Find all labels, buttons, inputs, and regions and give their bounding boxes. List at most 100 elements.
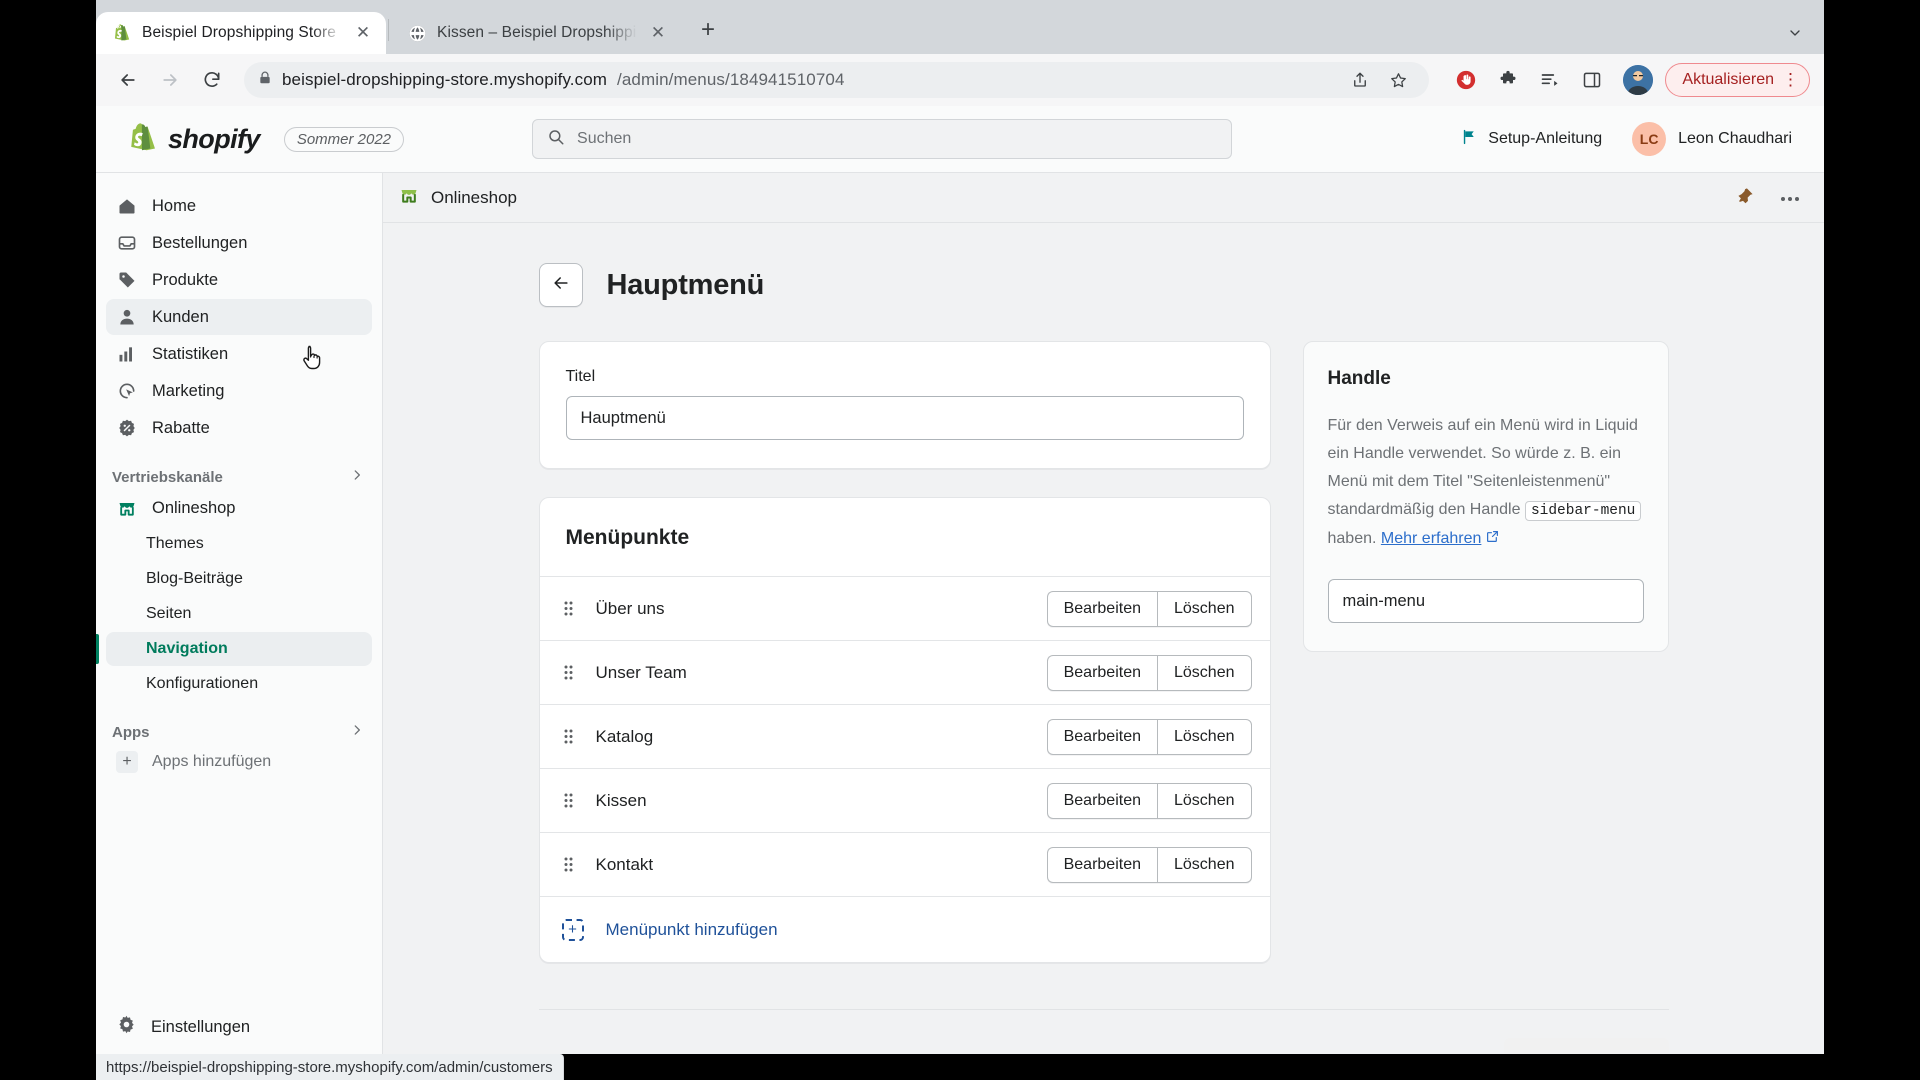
chevron-right-icon[interactable]	[350, 468, 364, 486]
browser-window: Beispiel Dropshipping Store · H ✕ Kissen…	[0, 0, 1920, 1080]
shopify-logo[interactable]: shopify	[128, 122, 260, 156]
chevron-right-icon[interactable]	[350, 723, 364, 741]
sidebar-section-label: Apps	[112, 723, 150, 741]
edit-button[interactable]: Bearbeiten	[1046, 846, 1157, 883]
sidebar-item-produkte[interactable]: Produkte	[106, 262, 372, 298]
sidebar-item-label: Home	[152, 196, 197, 215]
table-row[interactable]: Kontakt Bearbeiten Löschen	[539, 832, 1270, 896]
setup-guide-button[interactable]: Setup-Anleitung	[1461, 128, 1602, 151]
sidebar-item-label: Produkte	[152, 270, 219, 289]
reload-icon[interactable]	[194, 62, 230, 98]
edit-button[interactable]: Bearbeiten	[1046, 654, 1157, 691]
share-icon[interactable]	[1343, 63, 1377, 97]
browser-toolbar: beispiel-dropshipping-store.myshopify.co…	[96, 54, 1824, 106]
delete-button[interactable]: Löschen	[1157, 718, 1252, 755]
search-input[interactable]: Suchen	[532, 119, 1233, 159]
menu-item-name: Unser Team	[595, 662, 687, 682]
page-title: Hauptmenü	[606, 268, 765, 301]
puzzle-icon[interactable]	[1491, 63, 1525, 97]
sidebar-item-bestellungen[interactable]: Bestellungen	[106, 225, 372, 261]
person-icon	[116, 306, 138, 328]
desktop-right-margin	[1824, 0, 1920, 1080]
close-icon[interactable]: ✕	[352, 22, 374, 44]
browser-tab-1[interactable]: Beispiel Dropshipping Store · H ✕	[96, 12, 386, 54]
two-column-layout: Titel Hauptmenü Menüpunkte Über uns Bear…	[538, 341, 1669, 991]
sidebar-section-vertriebskanaele[interactable]: Vertriebskanäle	[112, 468, 364, 486]
drag-handle-icon[interactable]	[562, 793, 576, 808]
menu-item-name: Katalog	[595, 726, 654, 746]
handle-desc-code: sidebar-menu	[1524, 501, 1642, 521]
add-menu-item-button[interactable]: + Menüpunkt hinzufügen	[539, 896, 1270, 962]
breadcrumb-label[interactable]: Onlineshop	[431, 188, 517, 208]
delete-button[interactable]: Löschen	[1157, 846, 1252, 883]
title-card: Titel Hauptmenü	[538, 341, 1271, 469]
sidebar-item-rabatte[interactable]: Rabatte	[106, 410, 372, 446]
chevron-down-icon[interactable]	[1780, 18, 1810, 48]
sidebar-item-onlineshop[interactable]: Onlineshop	[106, 490, 372, 526]
update-chrome-button[interactable]: Aktualisieren ⋮	[1665, 63, 1810, 97]
ellipsis-icon[interactable]	[1780, 189, 1800, 207]
tab-separator	[388, 19, 389, 41]
sidebar-section-label: Vertriebskanäle	[112, 468, 223, 486]
handle-input[interactable]: main-menu	[1327, 579, 1644, 623]
sidebar-item-blog-beitraege[interactable]: Blog-Beiträge	[106, 562, 372, 596]
home-icon	[116, 195, 138, 217]
menu-items-card: Menüpunkte Über uns Bearbeiten Löschen U…	[538, 497, 1271, 963]
page-header: Hauptmenü	[538, 263, 1669, 307]
forward-icon[interactable]	[152, 62, 188, 98]
star-icon[interactable]	[1381, 63, 1415, 97]
kebab-menu-icon[interactable]: ⋮	[1782, 71, 1799, 88]
sidebar-item-label: Kunden	[152, 307, 209, 326]
sidebar-item-themes[interactable]: Themes	[106, 527, 372, 561]
address-bar[interactable]: beispiel-dropshipping-store.myshopify.co…	[244, 62, 1430, 98]
sidebar-item-marketing[interactable]: Marketing	[106, 373, 372, 409]
close-icon[interactable]: ✕	[647, 22, 669, 44]
sidebar-item-home[interactable]: Home	[106, 188, 372, 224]
browser-tab-2[interactable]: Kissen – Beispiel Dropshipping ✕	[391, 12, 681, 54]
sidebar-subitem-label: Navigation	[146, 640, 228, 657]
sidebar-item-seiten[interactable]: Seiten	[106, 597, 372, 631]
table-row[interactable]: Über uns Bearbeiten Löschen	[539, 576, 1270, 640]
new-tab-button[interactable]: +	[691, 13, 725, 47]
gear-icon	[116, 1014, 137, 1040]
search-icon	[547, 128, 565, 151]
handle-title: Handle	[1327, 368, 1391, 389]
orders-inbox-icon	[116, 232, 138, 254]
delete-button[interactable]: Löschen	[1157, 782, 1252, 819]
reading-list-icon[interactable]	[1533, 63, 1567, 97]
adblock-icon[interactable]	[1449, 63, 1483, 97]
learn-more-link[interactable]: Mehr erfahren	[1381, 530, 1482, 547]
target-cursor-icon	[116, 380, 138, 402]
browser-tabstrip: Beispiel Dropshipping Store · H ✕ Kissen…	[96, 6, 725, 54]
table-row[interactable]: Kissen Bearbeiten Löschen	[539, 768, 1270, 832]
save-menu-button[interactable]: Menü speichern	[1503, 1038, 1669, 1053]
back-icon[interactable]	[110, 62, 146, 98]
sidebar-item-apps-hinzufuegen[interactable]: + Apps hinzufügen	[106, 745, 372, 779]
handle-desc-part2: haben.	[1327, 530, 1381, 547]
drag-handle-icon[interactable]	[562, 665, 576, 680]
table-row[interactable]: Katalog Bearbeiten Löschen	[539, 704, 1270, 768]
edit-button[interactable]: Bearbeiten	[1046, 718, 1157, 755]
delete-button[interactable]: Löschen	[1157, 590, 1252, 627]
user-menu-button[interactable]: LC Leon Chaudhari	[1632, 122, 1792, 156]
edit-button[interactable]: Bearbeiten	[1046, 590, 1157, 627]
pin-icon[interactable]	[1737, 187, 1754, 209]
drag-handle-icon[interactable]	[562, 857, 576, 872]
title-input[interactable]: Hauptmenü	[565, 396, 1244, 440]
edit-button[interactable]: Bearbeiten	[1046, 782, 1157, 819]
discount-badge-icon	[116, 417, 138, 439]
sidebar-item-navigation[interactable]: Navigation	[96, 632, 372, 666]
sidepanel-icon[interactable]	[1575, 63, 1609, 97]
back-button[interactable]	[538, 263, 583, 307]
sidebar-item-konfigurationen[interactable]: Konfigurationen	[106, 667, 372, 701]
sidebar-item-statistiken[interactable]: Statistiken	[106, 336, 372, 372]
sidebar-section-apps[interactable]: Apps	[112, 723, 364, 741]
delete-button[interactable]: Löschen	[1157, 654, 1252, 691]
drag-handle-icon[interactable]	[562, 729, 576, 744]
table-row[interactable]: Unser Team Bearbeiten Löschen	[539, 640, 1270, 704]
sidebar-item-kunden[interactable]: Kunden	[106, 299, 372, 335]
drag-handle-icon[interactable]	[562, 601, 576, 616]
profile-avatar[interactable]	[1623, 65, 1654, 95]
sidebar-item-einstellungen[interactable]: Einstellungen	[96, 1014, 382, 1040]
desktop-left-margin	[0, 0, 96, 1080]
